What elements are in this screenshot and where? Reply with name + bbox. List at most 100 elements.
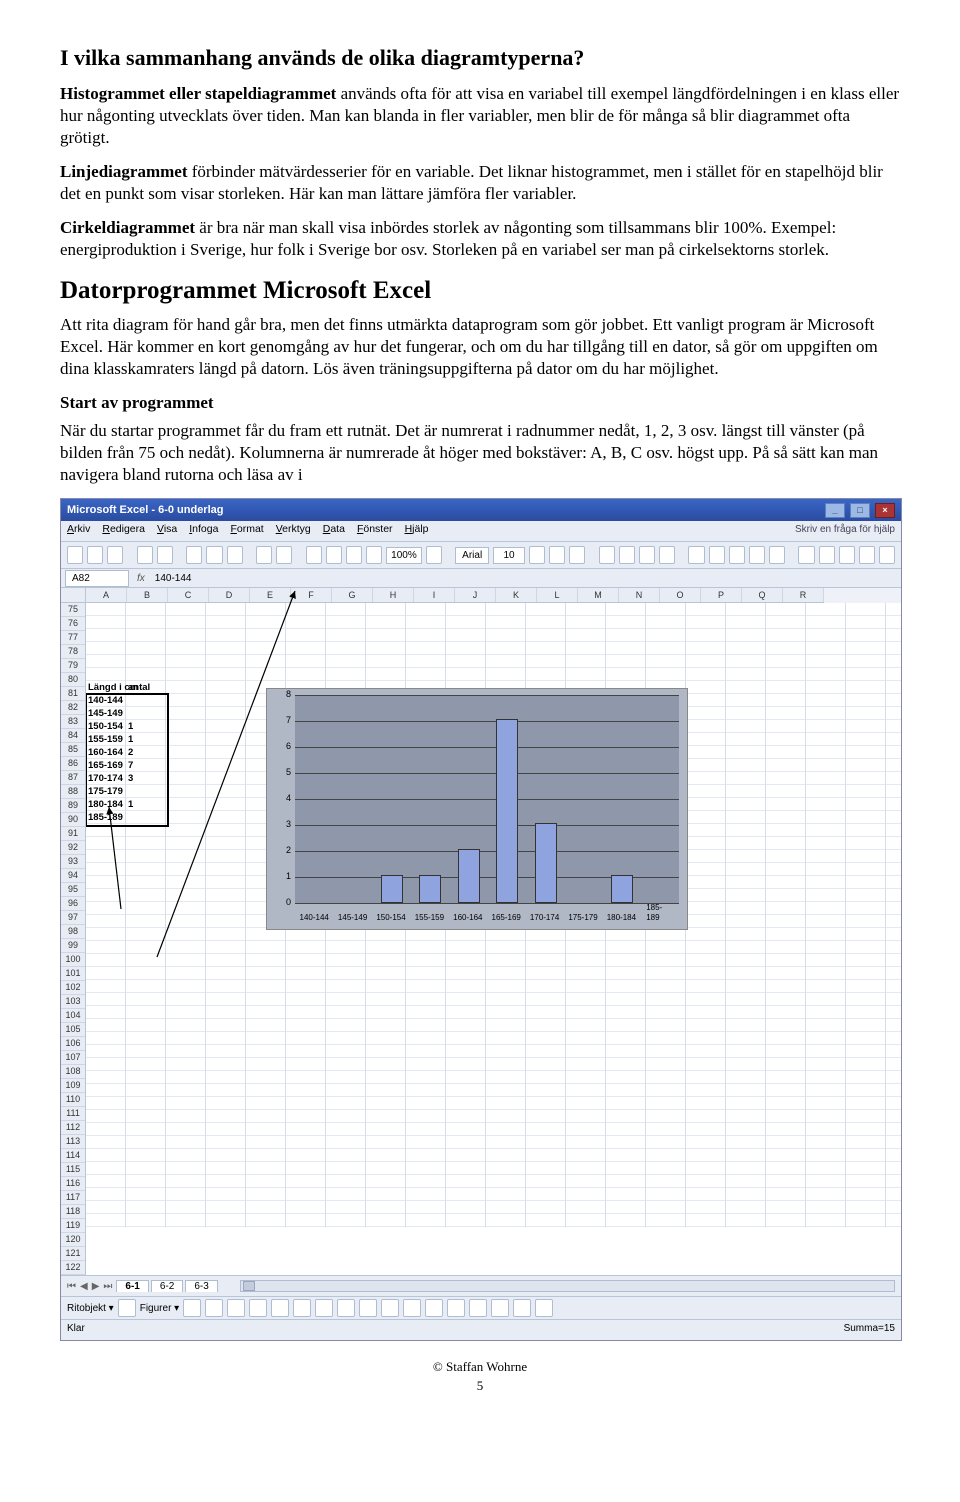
row-header-115[interactable]: 115: [61, 1163, 85, 1177]
sheet-tab-6-2[interactable]: 6-2: [151, 1280, 183, 1292]
row-header-98[interactable]: 98: [61, 925, 85, 939]
row-header-86[interactable]: 86: [61, 757, 85, 771]
row-header-110[interactable]: 110: [61, 1093, 85, 1107]
picture-icon[interactable]: [359, 1299, 377, 1317]
line-icon[interactable]: [183, 1299, 201, 1317]
chart-wizard-icon[interactable]: [366, 546, 382, 564]
align-center-icon[interactable]: [619, 546, 635, 564]
row-header-82[interactable]: 82: [61, 701, 85, 715]
print-icon[interactable]: [137, 546, 153, 564]
row-header-79[interactable]: 79: [61, 659, 85, 673]
tab-nav-next-icon[interactable]: ▶: [92, 1280, 100, 1293]
fillcolor2-icon[interactable]: [381, 1299, 399, 1317]
select-objects-icon[interactable]: [118, 1299, 136, 1317]
menu-redigera[interactable]: Redigera: [102, 523, 145, 535]
row-header-77[interactable]: 77: [61, 631, 85, 645]
cell-B87[interactable]: 7: [126, 759, 192, 772]
help-icon[interactable]: [426, 546, 442, 564]
row-header-92[interactable]: 92: [61, 841, 85, 855]
row-headers[interactable]: 7576777879808182838485868788899091929394…: [61, 603, 86, 1275]
sheet-tab-6-1[interactable]: 6-1: [116, 1280, 148, 1292]
row-header-103[interactable]: 103: [61, 995, 85, 1009]
indent-inc-icon[interactable]: [819, 546, 835, 564]
row-header-104[interactable]: 104: [61, 1009, 85, 1023]
cut-icon[interactable]: [186, 546, 202, 564]
row-header-80[interactable]: 80: [61, 673, 85, 687]
shadow-icon[interactable]: [513, 1299, 531, 1317]
menu-visa[interactable]: Visa: [157, 523, 177, 535]
col-header-I[interactable]: I: [414, 588, 455, 602]
font-select[interactable]: Arial: [455, 547, 489, 564]
col-header-D[interactable]: D: [209, 588, 250, 602]
row-header-116[interactable]: 116: [61, 1177, 85, 1191]
dashstyle-icon[interactable]: [469, 1299, 487, 1317]
align-right-icon[interactable]: [639, 546, 655, 564]
autoshapes-menu[interactable]: Figurer ▾: [140, 1302, 180, 1315]
col-header-R[interactable]: R: [783, 588, 824, 602]
cell-B90[interactable]: 1: [126, 798, 192, 811]
cell-A82[interactable]: 140-144: [86, 694, 152, 707]
fillcolor-icon[interactable]: [859, 546, 875, 564]
close-button[interactable]: ×: [875, 503, 895, 518]
col-header-J[interactable]: J: [455, 588, 496, 602]
cell-A89[interactable]: 175-179: [86, 785, 152, 798]
fontcolor2-icon[interactable]: [425, 1299, 443, 1317]
col-header-F[interactable]: F: [291, 588, 332, 602]
horizontal-scrollbar[interactable]: [240, 1280, 895, 1292]
sort-desc-icon[interactable]: [346, 546, 362, 564]
menu-format[interactable]: Format: [230, 523, 263, 535]
col-header-Q[interactable]: Q: [742, 588, 783, 602]
col-header-P[interactable]: P: [701, 588, 742, 602]
underline-icon[interactable]: [569, 546, 585, 564]
col-header-E[interactable]: E: [250, 588, 291, 602]
col-header-M[interactable]: M: [578, 588, 619, 602]
row-header-87[interactable]: 87: [61, 771, 85, 785]
inc-decimal-icon[interactable]: [749, 546, 765, 564]
embedded-chart[interactable]: 012345678140-144145-149150-154155-159160…: [266, 688, 688, 930]
row-header-121[interactable]: 121: [61, 1247, 85, 1261]
menu-fönster[interactable]: Fönster: [357, 523, 393, 535]
cell-B86[interactable]: 2: [126, 746, 192, 759]
currency-icon[interactable]: [688, 546, 704, 564]
indent-dec-icon[interactable]: [798, 546, 814, 564]
row-header-109[interactable]: 109: [61, 1079, 85, 1093]
menu-data[interactable]: Data: [323, 523, 345, 535]
tab-nav-last-icon[interactable]: ⏭: [103, 1280, 112, 1293]
row-header-100[interactable]: 100: [61, 953, 85, 967]
row-header-112[interactable]: 112: [61, 1121, 85, 1135]
save-icon[interactable]: [107, 546, 123, 564]
col-header-C[interactable]: C: [168, 588, 209, 602]
cell-B85[interactable]: 1: [126, 733, 192, 746]
row-header-90[interactable]: 90: [61, 813, 85, 827]
column-headers[interactable]: ABCDEFGHIJKLMNOPQR: [86, 588, 824, 603]
row-header-114[interactable]: 114: [61, 1149, 85, 1163]
sort-asc-icon[interactable]: [326, 546, 342, 564]
row-header-85[interactable]: 85: [61, 743, 85, 757]
col-header-B[interactable]: B: [127, 588, 168, 602]
row-header-95[interactable]: 95: [61, 883, 85, 897]
arrowstyle-icon[interactable]: [491, 1299, 509, 1317]
fx-icon[interactable]: fx: [137, 572, 145, 585]
formula-value[interactable]: 140-144: [149, 571, 198, 586]
row-header-120[interactable]: 120: [61, 1233, 85, 1247]
cell-A91[interactable]: 185-189: [86, 811, 152, 824]
new-icon[interactable]: [67, 546, 83, 564]
spreadsheet-grid[interactable]: 012345678140-144145-149150-154155-159160…: [86, 603, 901, 1227]
row-header-76[interactable]: 76: [61, 617, 85, 631]
clipart-icon[interactable]: [337, 1299, 355, 1317]
dec-decimal-icon[interactable]: [769, 546, 785, 564]
lineweight-icon[interactable]: [447, 1299, 465, 1317]
row-header-89[interactable]: 89: [61, 799, 85, 813]
rectangle-icon[interactable]: [227, 1299, 245, 1317]
fontcolor-icon[interactable]: [879, 546, 895, 564]
preview-icon[interactable]: [157, 546, 173, 564]
3d-icon[interactable]: [535, 1299, 553, 1317]
col-header-H[interactable]: H: [373, 588, 414, 602]
minimize-button[interactable]: _: [825, 503, 845, 518]
col-header-L[interactable]: L: [537, 588, 578, 602]
cell-B88[interactable]: 3: [126, 772, 192, 785]
row-header-97[interactable]: 97: [61, 911, 85, 925]
paste-icon[interactable]: [227, 546, 243, 564]
open-icon[interactable]: [87, 546, 103, 564]
redo-icon[interactable]: [276, 546, 292, 564]
